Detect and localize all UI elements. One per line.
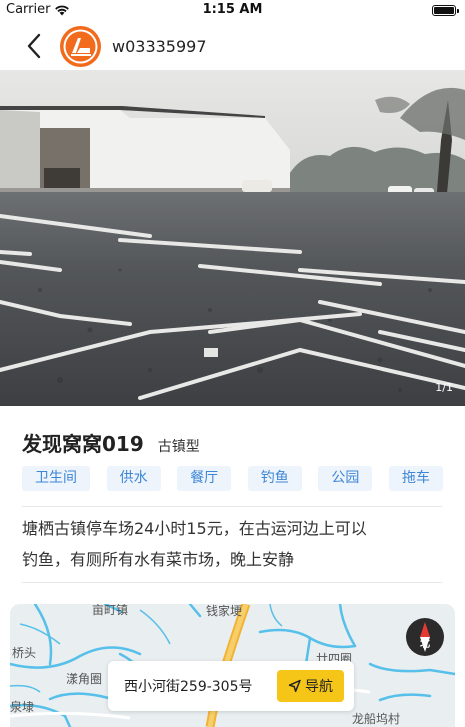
nav-bar: w03335997	[0, 22, 465, 70]
map-label: 龙船坞村	[352, 712, 401, 726]
facility-tags: 卫生间 供水 餐厅 钓鱼 公园 拖车	[22, 466, 443, 491]
navigate-button[interactable]: 导航	[277, 670, 344, 702]
compass-icon[interactable]: 北	[406, 618, 444, 656]
description-line: 塘栖古镇停车场24小时15元，在古运河边上可以	[22, 519, 367, 538]
tag-towing: 拖车	[388, 466, 443, 491]
title-row: 发现窝窝019 古镇型	[22, 428, 200, 457]
tag-restaurant: 餐厅	[177, 466, 232, 491]
divider	[22, 582, 442, 583]
spot-description: 塘栖古镇停车场24小时15元，在古运河边上可以 钓鱼，有厕所有水有菜市场，晚上安…	[22, 513, 448, 575]
address-card: 西小河街259-305号 导航	[108, 661, 354, 711]
description-line: 钓鱼，有厕所有水有菜市场，晚上安静	[22, 550, 295, 569]
camper-logo-icon	[63, 29, 98, 64]
address-text: 西小河街259-305号	[124, 679, 253, 695]
navigate-label: 导航	[305, 679, 333, 695]
navigation-arrow-icon	[288, 679, 301, 693]
carrier-info: Carrier	[6, 2, 70, 17]
status-bar: Carrier 1:15 AM	[0, 0, 465, 22]
tag-restroom: 卫生间	[22, 466, 90, 491]
divider	[22, 506, 442, 507]
location-map[interactable]: 亩町镇 钱家埂 桥头 漾角圈 廿四圈 泉埭 龙船坞村 北 西小河街259-305…	[10, 604, 455, 727]
wifi-icon	[55, 5, 70, 15]
spot-type: 古镇型	[157, 439, 200, 455]
map-label: 漾角圈	[66, 672, 103, 686]
avatar[interactable]	[60, 26, 101, 67]
photo-counter: 1/1	[435, 381, 453, 394]
map-label: 钱家埂	[206, 604, 243, 618]
chevron-left-icon	[27, 33, 41, 59]
compass-label: 北	[420, 638, 430, 650]
parking-lot-image	[0, 70, 465, 406]
map-label: 泉埭	[10, 700, 35, 714]
tag-park: 公园	[318, 466, 373, 491]
tag-water-supply: 供水	[106, 466, 161, 491]
username: w03335997	[112, 37, 207, 56]
tag-fishing: 钓鱼	[247, 466, 302, 491]
carrier-name: Carrier	[6, 2, 51, 17]
back-button[interactable]	[20, 32, 48, 60]
spot-title: 发现窝窝019	[22, 432, 144, 456]
spot-photo[interactable]: 1/1	[0, 70, 465, 406]
battery-icon	[432, 5, 459, 16]
map-label: 桥头	[12, 646, 37, 660]
map-label: 亩町镇	[92, 604, 129, 617]
